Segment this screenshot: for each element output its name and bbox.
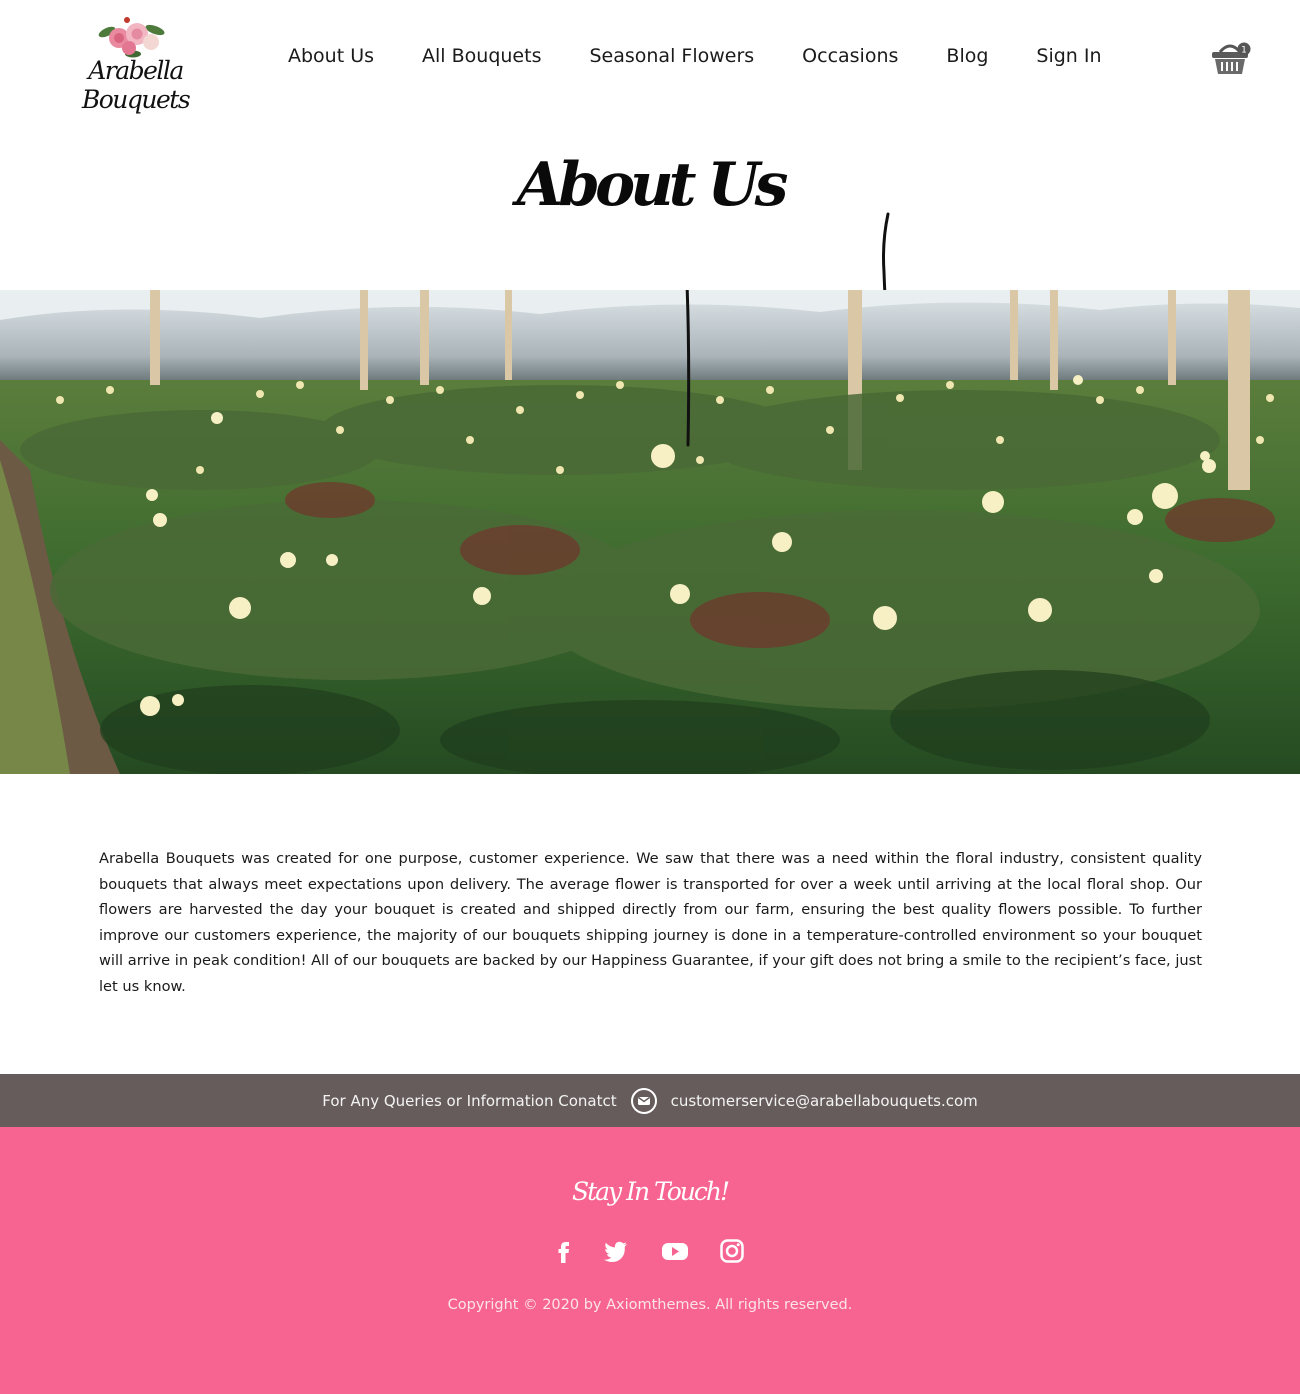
cart-count: 1 — [1241, 46, 1247, 56]
contact-email-link[interactable]: customerservice@arabellabouquets.com — [671, 1092, 978, 1110]
facebook-icon[interactable] — [550, 1237, 578, 1265]
nav-about-us[interactable]: About Us — [288, 40, 374, 72]
twitter-icon[interactable] — [602, 1237, 630, 1265]
copyright-text: Copyright © 2020 by Axiomthemes. All rig… — [447, 1297, 853, 1313]
cart-button[interactable]: 1 — [1210, 38, 1252, 76]
nav-occasions[interactable]: Occasions — [802, 40, 898, 72]
rose-greenhouse-photo — [0, 290, 1300, 774]
nav-sign-in[interactable]: Sign In — [1036, 40, 1101, 72]
hero-image — [0, 290, 1300, 774]
contact-bar: For Any Queries or Information Conatct c… — [0, 1074, 1300, 1127]
nav-blog[interactable]: Blog — [946, 40, 988, 72]
mail-icon — [630, 1087, 657, 1114]
about-paragraph: Arabella Bouquets was created for one pu… — [99, 850, 1202, 995]
site-header: Arabella Bouquets About Us All Bouquets … — [0, 0, 1300, 114]
stay-in-touch-title: Stay In Touch! — [571, 1177, 730, 1206]
site-footer: Stay In Touch! Copyright © 2020 by Axiom… — [0, 1127, 1300, 1394]
contact-label: For Any Queries or Information Conatct — [322, 1091, 617, 1110]
brand-logo[interactable]: Arabella Bouquets — [48, 14, 223, 114]
nav-all-bouquets[interactable]: All Bouquets — [422, 40, 541, 72]
nav-seasonal-flowers[interactable]: Seasonal Flowers — [589, 40, 754, 72]
basket-icon: 1 — [1212, 42, 1251, 74]
youtube-icon[interactable] — [661, 1237, 689, 1265]
brand-name: Arabella Bouquets — [81, 56, 191, 114]
page-title: About Us — [516, 150, 789, 220]
main-nav: About Us All Bouquets Seasonal Flowers O… — [264, 40, 1126, 72]
instagram-icon[interactable] — [718, 1237, 746, 1265]
